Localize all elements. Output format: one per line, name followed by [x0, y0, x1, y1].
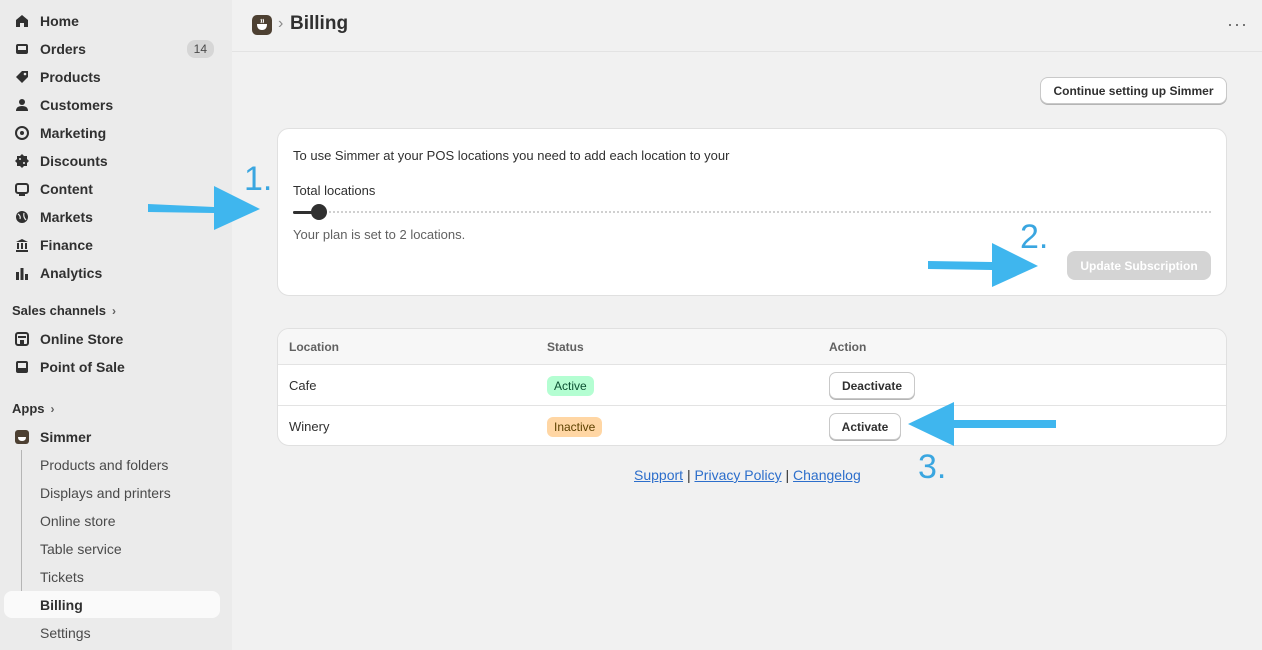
sidebar-subitem-tickets[interactable]: Tickets — [40, 569, 84, 585]
sidebar-item-label: Point of Sale — [40, 359, 125, 375]
home-icon — [14, 13, 30, 29]
link-separator: | — [785, 467, 790, 483]
annotation-number-3: 3. — [918, 448, 947, 486]
locations-slider-thumb[interactable] — [311, 204, 327, 220]
support-link[interactable]: Support — [634, 467, 683, 483]
orders-count-badge: 14 — [186, 40, 214, 58]
target-icon — [14, 125, 30, 141]
page-title: Billing — [290, 13, 349, 34]
activate-button[interactable]: Activate — [829, 413, 901, 440]
store-icon — [14, 331, 30, 347]
chevron-right-icon: › — [111, 303, 116, 318]
sidebar-item-label: Online Store — [40, 331, 124, 347]
bar-chart-icon — [14, 265, 30, 281]
apps-heading[interactable]: Apps › — [12, 401, 55, 416]
sidebar-subitem-products-and-folders[interactable]: Products and folders — [40, 457, 168, 473]
intro-text: To use Simmer at your POS locations you … — [293, 148, 730, 163]
column-header-location: Location — [289, 340, 339, 354]
page-header: › Billing ··· — [232, 0, 1262, 52]
apps-label: Apps — [12, 401, 45, 416]
person-icon — [14, 97, 30, 113]
column-header-action: Action — [829, 340, 867, 354]
deactivate-button[interactable]: Deactivate — [829, 372, 915, 399]
chevron-right-icon: › — [50, 401, 55, 416]
sidebar-item-marketing[interactable]: Marketing — [4, 120, 220, 146]
sidebar-item-home[interactable]: Home — [4, 8, 220, 34]
sales-channels-label: Sales channels — [12, 303, 106, 318]
location-cell: Cafe — [289, 378, 317, 393]
sidebar-item-label: Home — [40, 13, 79, 29]
sidebar-item-label: Products — [40, 69, 101, 85]
sidebar-item-discounts[interactable]: Discounts — [4, 148, 220, 174]
tree-line — [21, 450, 22, 604]
sidebar-item-customers[interactable]: Customers — [4, 92, 220, 118]
simmer-app-icon — [14, 429, 30, 445]
plan-text: Your plan is set to 2 locations. — [293, 227, 466, 242]
sidebar-item-orders[interactable]: Orders 14 — [4, 36, 220, 62]
changelog-link[interactable]: Changelog — [793, 467, 861, 483]
sidebar-item-simmer[interactable]: Simmer — [4, 424, 220, 450]
active-item-highlight — [4, 591, 220, 618]
sidebar-item-label: Customers — [40, 97, 114, 113]
more-actions-icon[interactable]: ··· — [1227, 14, 1248, 35]
status-badge: Inactive — [547, 417, 603, 437]
sidebar-item-label: Discounts — [40, 153, 108, 169]
locations-slider-track[interactable] — [293, 211, 1211, 213]
sidebar-item-label: Analytics — [40, 265, 103, 281]
privacy-policy-link[interactable]: Privacy Policy — [694, 467, 781, 483]
sidebar-item-point-of-sale[interactable]: Point of Sale — [4, 354, 220, 380]
locations-table: Location Status Action Cafe Active Deact… — [277, 328, 1227, 446]
footer-links: Support | Privacy Policy | Changelog — [634, 467, 861, 483]
annotation-arrow-1 — [148, 186, 260, 230]
update-subscription-button[interactable]: Update Subscription — [1067, 251, 1211, 280]
continue-setup-button[interactable]: Continue setting up Simmer — [1040, 77, 1227, 104]
sidebar-item-online-store[interactable]: Online Store — [4, 326, 220, 352]
column-header-status: Status — [547, 340, 584, 354]
simmer-logo-icon[interactable] — [252, 15, 272, 35]
sidebar-subitem-settings[interactable]: Settings — [40, 625, 91, 641]
sidebar-subitem-online-store[interactable]: Online store — [40, 513, 115, 529]
total-locations-label: Total locations — [293, 183, 376, 198]
link-separator: | — [686, 467, 691, 483]
tag-icon — [14, 69, 30, 85]
table-header: Location Status Action — [278, 329, 1226, 365]
breadcrumb-chevron-icon: › — [278, 15, 284, 32]
status-badge: Active — [547, 376, 594, 396]
sidebar-subitem-displays-and-printers[interactable]: Displays and printers — [40, 485, 171, 501]
sidebar-item-label: Content — [40, 181, 93, 197]
pos-icon — [14, 359, 30, 375]
sidebar-item-products[interactable]: Products — [4, 64, 220, 90]
sidebar-item-finance[interactable]: Finance — [4, 232, 220, 258]
locations-card: To use Simmer at your POS locations you … — [277, 128, 1227, 296]
location-cell: Winery — [289, 419, 330, 434]
sidebar-item-label: Finance — [40, 237, 93, 253]
table-row: Winery Inactive Activate — [278, 406, 1226, 445]
sidebar-item-label: Orders — [40, 41, 86, 57]
sidebar-subitem-table-service[interactable]: Table service — [40, 541, 122, 557]
annotation-arrow-3 — [908, 402, 1056, 446]
table-row: Cafe Active Deactivate — [278, 365, 1226, 406]
content-icon — [14, 181, 30, 197]
sidebar-item-label: Marketing — [40, 125, 107, 141]
sidebar: Home Orders 14 Products Customers Market… — [0, 0, 232, 650]
sidebar-item-analytics[interactable]: Analytics — [4, 260, 220, 286]
annotation-arrow-2 — [928, 243, 1038, 287]
sidebar-item-label: Simmer — [40, 429, 92, 445]
sidebar-item-label: Markets — [40, 209, 93, 225]
bank-icon — [14, 237, 30, 253]
sidebar-subitem-billing[interactable]: Billing — [40, 597, 83, 613]
sales-channels-heading[interactable]: Sales channels › — [12, 303, 116, 318]
discount-icon — [14, 153, 30, 169]
globe-icon — [14, 209, 30, 225]
inbox-icon — [14, 41, 30, 57]
